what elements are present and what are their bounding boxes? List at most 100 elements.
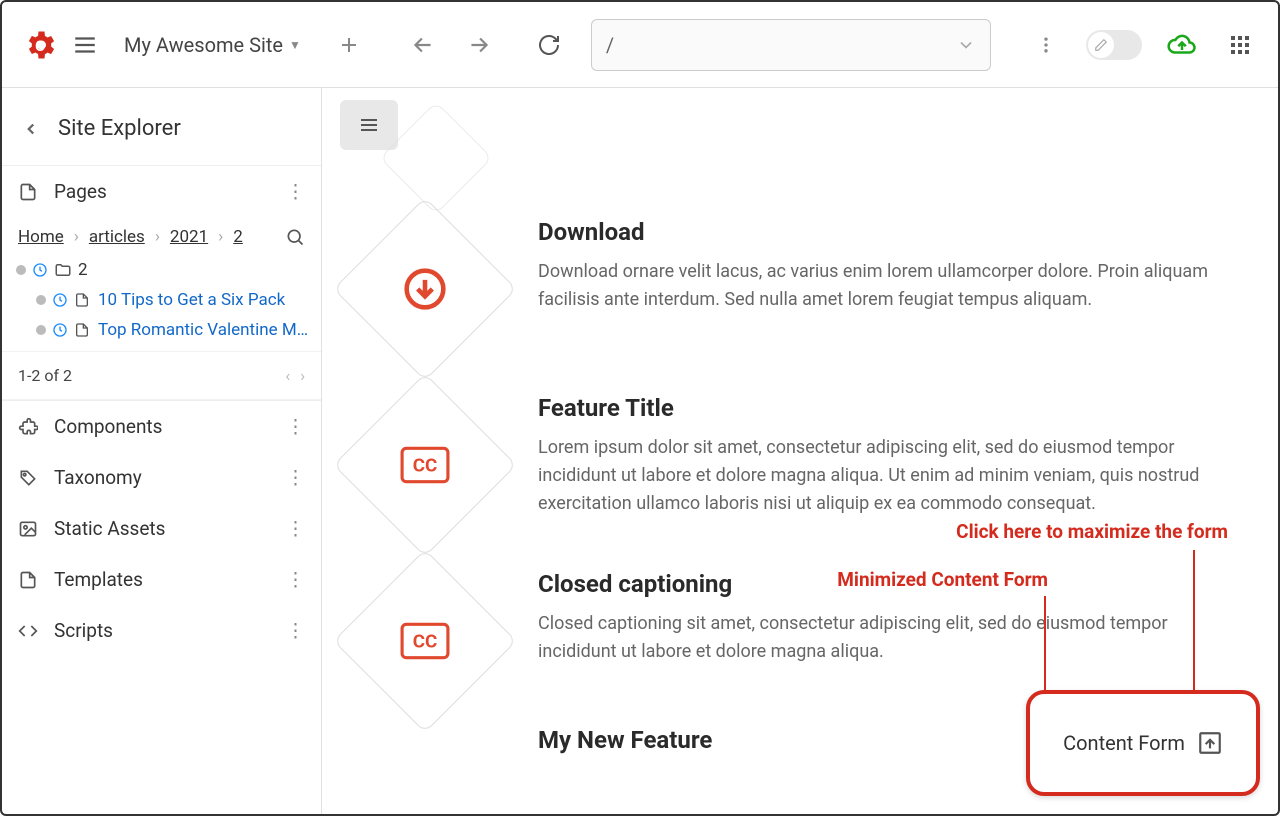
preview-menu-button[interactable] bbox=[340, 100, 398, 150]
tree-item[interactable]: Top Romantic Valentine M… bbox=[16, 315, 321, 345]
reload-button[interactable] bbox=[531, 27, 567, 63]
sidebar-header: Site Explorer bbox=[2, 88, 321, 165]
tree-item-label: 10 Tips to Get a Six Pack bbox=[98, 290, 285, 310]
clock-icon bbox=[52, 292, 68, 308]
topbar-right bbox=[1028, 27, 1258, 63]
cc-icon: CC bbox=[400, 446, 450, 484]
section-pages[interactable]: Pages ⋮ bbox=[2, 166, 321, 217]
path-value: / bbox=[606, 33, 614, 57]
section-scripts[interactable]: Scripts ⋮ bbox=[2, 605, 321, 656]
cc-icon: CC bbox=[400, 622, 450, 660]
pager-next[interactable]: › bbox=[300, 366, 305, 385]
main: Site Explorer Pages ⋮ Home › articles › … bbox=[2, 88, 1278, 814]
section-menu-button[interactable]: ⋮ bbox=[286, 517, 305, 540]
section-menu-button[interactable]: ⋮ bbox=[286, 619, 305, 642]
tag-icon bbox=[18, 468, 40, 488]
section-taxonomy[interactable]: Taxonomy ⋮ bbox=[2, 452, 321, 503]
app-logo: C bbox=[22, 27, 58, 63]
apps-button[interactable] bbox=[1222, 27, 1258, 63]
section-menu-button[interactable]: ⋮ bbox=[286, 466, 305, 489]
annotation-maximize: Click here to maximize the form bbox=[956, 520, 1228, 543]
path-input[interactable]: / bbox=[591, 19, 991, 71]
annotation-minimized: Minimized Content Form bbox=[837, 568, 1048, 591]
chevron-down-icon[interactable] bbox=[956, 35, 976, 55]
page-tree: 2 10 Tips to Get a Six Pack Top Romantic… bbox=[2, 249, 321, 351]
feature-body: Lorem ipsum dolor sit amet, consectetur … bbox=[538, 434, 1238, 518]
sidebar-back-button[interactable] bbox=[22, 120, 40, 138]
forward-button[interactable] bbox=[461, 27, 497, 63]
chevron-right-icon: › bbox=[155, 227, 160, 247]
breadcrumb: Home › articles › 2021 › 2 bbox=[2, 217, 321, 249]
code-icon bbox=[18, 621, 40, 641]
sidebar: Site Explorer Pages ⋮ Home › articles › … bbox=[2, 88, 322, 814]
section-label: Components bbox=[54, 415, 162, 438]
diamond-icon: CC bbox=[333, 549, 517, 733]
section-label: Templates bbox=[54, 568, 143, 591]
preview-pane: Download Download ornare velit lacus, ac… bbox=[322, 88, 1278, 814]
pencil-icon bbox=[1088, 32, 1114, 58]
svg-text:CC: CC bbox=[413, 454, 438, 476]
pages-section: Pages ⋮ Home › articles › 2021 › 2 bbox=[2, 165, 321, 400]
annotation-arrow bbox=[1193, 550, 1195, 702]
feature-title: Feature Title bbox=[538, 394, 1238, 422]
svg-text:CC: CC bbox=[413, 630, 438, 652]
maximize-icon[interactable] bbox=[1197, 730, 1223, 756]
page-icon bbox=[18, 570, 40, 590]
page-icon bbox=[74, 322, 92, 338]
section-components[interactable]: Components ⋮ bbox=[2, 400, 321, 452]
page-icon bbox=[74, 292, 92, 308]
publish-button[interactable] bbox=[1164, 27, 1200, 63]
edit-mode-toggle[interactable] bbox=[1086, 30, 1142, 60]
section-static-assets[interactable]: Static Assets ⋮ bbox=[2, 503, 321, 554]
status-dot bbox=[16, 265, 26, 275]
feature-list: Download Download ornare velit lacus, ac… bbox=[340, 88, 1278, 786]
feature-body: Download ornare velit lacus, ac varius e… bbox=[538, 258, 1238, 314]
feature-title: My New Feature bbox=[538, 726, 712, 754]
svg-text:C: C bbox=[35, 37, 45, 55]
folder-label: 2 bbox=[78, 260, 88, 280]
annotation-arrow bbox=[1044, 596, 1046, 704]
sidebar-title: Site Explorer bbox=[58, 116, 181, 141]
tree-folder[interactable]: 2 bbox=[16, 255, 321, 285]
feature-title: Download bbox=[538, 218, 1238, 246]
tree-item[interactable]: 10 Tips to Get a Six Pack bbox=[16, 285, 321, 315]
breadcrumb-articles[interactable]: articles bbox=[89, 227, 145, 247]
breadcrumb-2[interactable]: 2 bbox=[233, 227, 243, 247]
download-icon bbox=[403, 267, 447, 311]
site-name: My Awesome Site bbox=[124, 33, 283, 57]
topbar: C My Awesome Site ▼ / bbox=[2, 2, 1278, 88]
pages-menu-button[interactable]: ⋮ bbox=[286, 180, 305, 203]
feature-item: Download Download ornare velit lacus, ac… bbox=[340, 198, 1278, 374]
back-button[interactable] bbox=[405, 27, 441, 63]
chevron-down-icon: ▼ bbox=[289, 38, 301, 52]
site-selector[interactable]: My Awesome Site ▼ bbox=[124, 33, 301, 57]
section-label: Static Assets bbox=[54, 517, 165, 540]
status-dot bbox=[36, 325, 46, 335]
nav-arrows bbox=[405, 27, 497, 63]
tree-item-label: Top Romantic Valentine M… bbox=[98, 320, 308, 340]
section-menu-button[interactable]: ⋮ bbox=[286, 415, 305, 438]
pager-prev[interactable]: ‹ bbox=[285, 366, 290, 385]
content-form-minimized[interactable]: Content Form bbox=[1026, 690, 1260, 796]
extension-icon bbox=[18, 417, 40, 437]
status-dot bbox=[36, 295, 46, 305]
breadcrumb-home[interactable]: Home bbox=[18, 227, 64, 247]
pages-label: Pages bbox=[54, 180, 107, 203]
section-label: Taxonomy bbox=[54, 466, 142, 489]
breadcrumb-2021[interactable]: 2021 bbox=[170, 227, 208, 247]
pager-text: 1-2 of 2 bbox=[18, 366, 72, 385]
pager: 1-2 of 2 ‹ › bbox=[2, 351, 321, 400]
section-templates[interactable]: Templates ⋮ bbox=[2, 554, 321, 605]
chevron-right-icon: › bbox=[74, 227, 79, 247]
section-menu-button[interactable]: ⋮ bbox=[286, 568, 305, 591]
more-options-button[interactable] bbox=[1028, 27, 1064, 63]
new-button[interactable] bbox=[331, 27, 367, 63]
section-label: Scripts bbox=[54, 619, 113, 642]
image-icon bbox=[18, 519, 40, 539]
diamond-icon: CC bbox=[333, 373, 517, 557]
search-icon[interactable] bbox=[285, 227, 305, 247]
page-icon bbox=[18, 182, 40, 202]
main-menu-icon[interactable] bbox=[72, 32, 98, 58]
folder-icon bbox=[54, 261, 72, 279]
feature-body: Closed captioning sit amet, consectetur … bbox=[538, 610, 1238, 666]
